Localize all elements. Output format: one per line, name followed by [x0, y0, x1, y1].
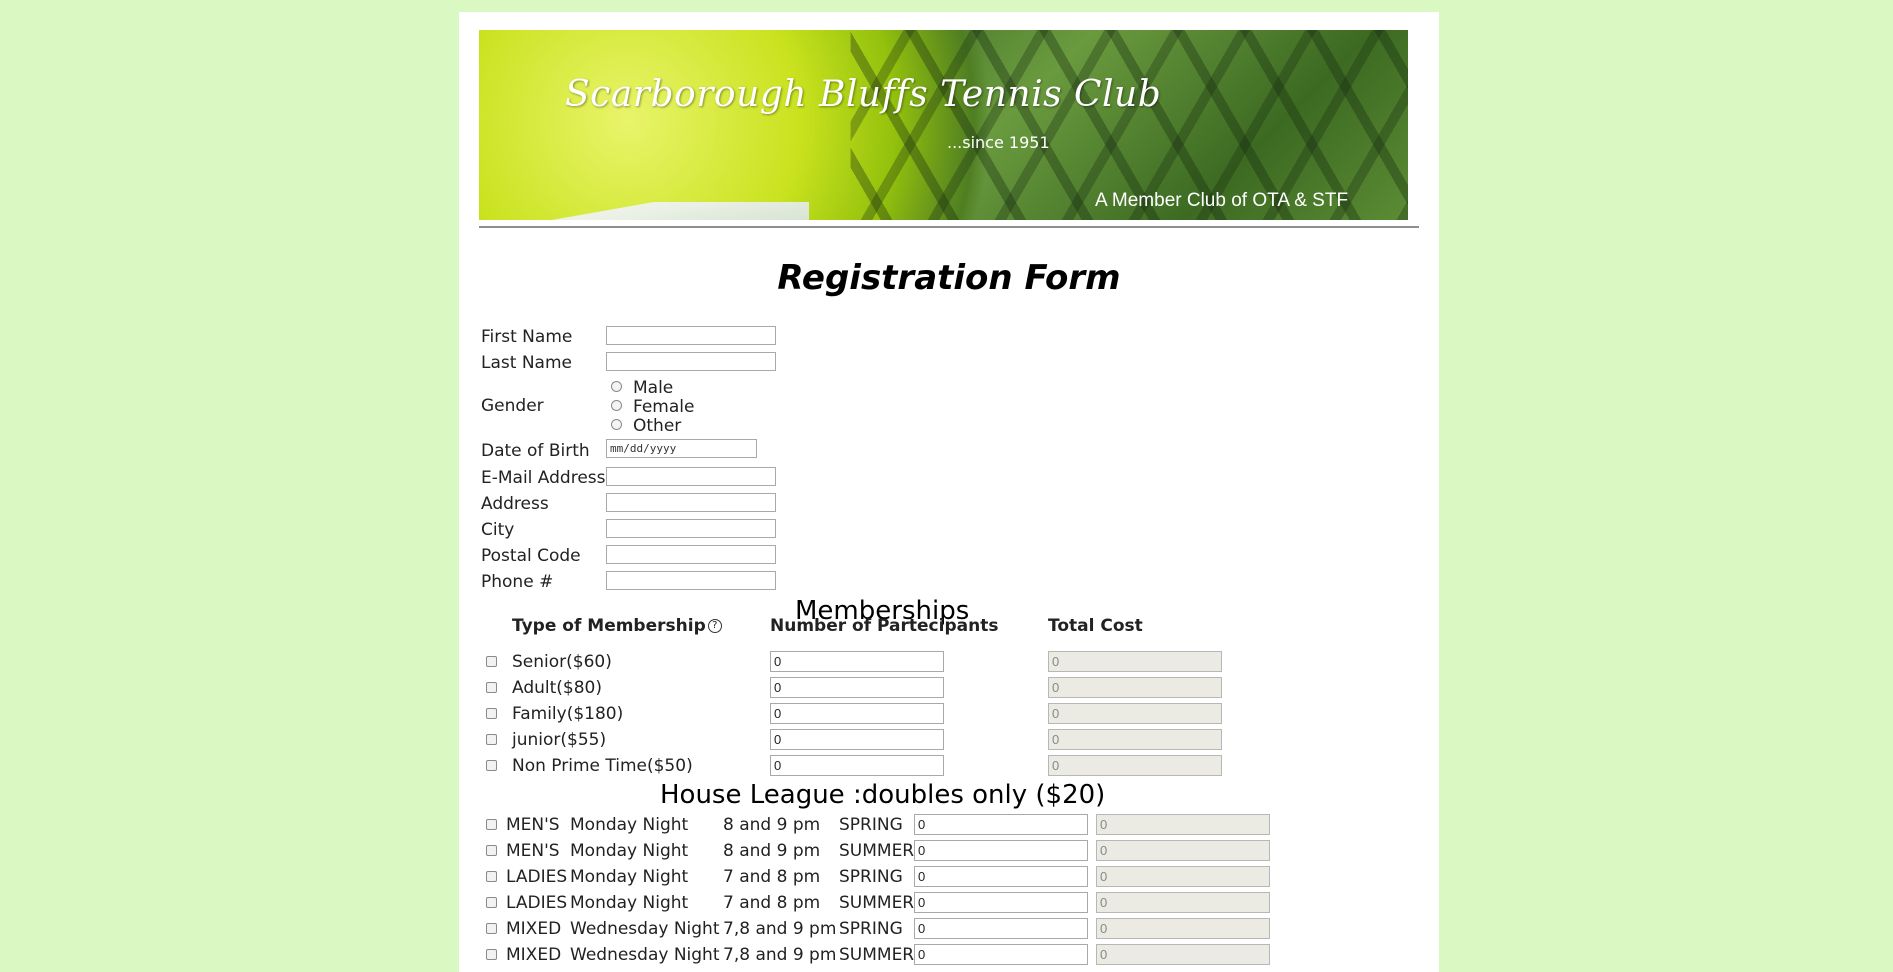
league-group: MEN'S: [506, 815, 560, 835]
first-name-input[interactable]: [606, 326, 776, 345]
league-participants-input[interactable]: 0: [914, 918, 1088, 939]
league-cost-field: 0: [1096, 814, 1270, 835]
league-checkbox[interactable]: [486, 923, 497, 934]
dob-input[interactable]: mm/dd/yyyy: [606, 439, 757, 458]
gender-male-radio[interactable]: [611, 381, 622, 392]
league-day: Monday Night: [570, 893, 689, 913]
gender-other-radio[interactable]: [611, 419, 622, 430]
league-time: 7,8 and 9 pm: [723, 945, 837, 965]
city-input[interactable]: [606, 519, 776, 538]
total-cost-field: 0: [1048, 677, 1222, 698]
membership-checkbox[interactable]: [486, 656, 497, 667]
total-cost-field: 0: [1048, 755, 1222, 776]
league-time: 7 and 8 pm: [723, 893, 821, 913]
league-season: SUMMER: [839, 841, 915, 861]
phone-label: Phone #: [481, 572, 554, 592]
league-participants-input[interactable]: 0: [914, 892, 1088, 913]
participants-input[interactable]: 0: [770, 651, 944, 672]
membership-label: Non Prime Time($50): [512, 756, 693, 776]
league-season: SPRING: [839, 815, 903, 835]
total-cost-header: Total Cost: [1048, 616, 1143, 636]
club-name: Scarborough Bluffs Tennis Club: [565, 74, 1162, 115]
total-cost-field: 0: [1048, 703, 1222, 724]
league-participants-input[interactable]: 0: [914, 814, 1088, 835]
address-label: Address: [481, 494, 549, 514]
gender-label: Gender: [481, 396, 544, 416]
league-day: Wednesday Night: [570, 945, 720, 965]
membership-type-header-text: Type of Membership: [512, 616, 706, 636]
email-input[interactable]: [606, 467, 776, 486]
club-banner: Scarborough Bluffs Tennis Club ...since …: [479, 30, 1408, 220]
league-cost-field: 0: [1096, 840, 1270, 861]
gender-female-label: Female: [633, 397, 695, 417]
league-group: LADIES: [506, 867, 568, 887]
first-name-label: First Name: [481, 327, 573, 347]
league-participants-input[interactable]: 0: [914, 866, 1088, 887]
last-name-input[interactable]: [606, 352, 776, 371]
membership-label: Adult($80): [512, 678, 602, 698]
membership-checkbox[interactable]: [486, 682, 497, 693]
league-cost-field: 0: [1096, 866, 1270, 887]
league-checkbox[interactable]: [486, 897, 497, 908]
gender-male-label: Male: [633, 378, 674, 398]
league-season: SPRING: [839, 867, 903, 887]
house-league-heading: House League :doubles only ($20): [660, 780, 1106, 810]
league-checkbox[interactable]: [486, 819, 497, 830]
participants-header: Number of Partecipants: [770, 616, 999, 636]
league-day: Monday Night: [570, 867, 689, 887]
league-season: SUMMER: [839, 945, 915, 965]
league-group: MIXED: [506, 919, 562, 939]
membership-checkbox[interactable]: [486, 708, 497, 719]
participants-input[interactable]: 0: [770, 755, 944, 776]
total-cost-field: 0: [1048, 729, 1222, 750]
membership-label: Senior($60): [512, 652, 612, 672]
court-line: [479, 202, 809, 220]
league-day: Monday Night: [570, 815, 689, 835]
league-participants-input[interactable]: 0: [914, 840, 1088, 861]
league-group: LADIES: [506, 893, 568, 913]
league-season: SPRING: [839, 919, 903, 939]
participants-input[interactable]: 0: [770, 703, 944, 724]
league-group: MIXED: [506, 945, 562, 965]
league-time: 7 and 8 pm: [723, 867, 821, 887]
phone-input[interactable]: [606, 571, 776, 590]
participants-input[interactable]: 0: [770, 729, 944, 750]
dob-label: Date of Birth: [481, 441, 590, 461]
participants-input[interactable]: 0: [770, 677, 944, 698]
league-time: 7,8 and 9 pm: [723, 919, 837, 939]
gender-other-label: Other: [633, 416, 682, 436]
membership-checkbox[interactable]: [486, 760, 497, 771]
membership-checkbox[interactable]: [486, 734, 497, 745]
league-checkbox[interactable]: [486, 845, 497, 856]
club-since: ...since 1951: [947, 133, 1050, 152]
email-label: E-Mail Address: [481, 468, 606, 488]
last-name-label: Last Name: [481, 353, 572, 373]
membership-label: junior($55): [512, 730, 607, 750]
help-icon[interactable]: ?: [707, 619, 722, 633]
league-time: 8 and 9 pm: [723, 815, 821, 835]
membership-label: Family($180): [512, 704, 624, 724]
league-cost-field: 0: [1096, 918, 1270, 939]
total-cost-field: 0: [1048, 651, 1222, 672]
league-checkbox[interactable]: [486, 949, 497, 960]
league-group: MEN'S: [506, 841, 560, 861]
gender-female-radio[interactable]: [611, 400, 622, 411]
address-input[interactable]: [606, 493, 776, 512]
header-divider: [479, 226, 1419, 228]
league-day: Wednesday Night: [570, 919, 720, 939]
league-season: SUMMER: [839, 893, 915, 913]
league-cost-field: 0: [1096, 892, 1270, 913]
page-container: Scarborough Bluffs Tennis Club ...since …: [459, 12, 1439, 972]
league-time: 8 and 9 pm: [723, 841, 821, 861]
page-title: Registration Form: [777, 258, 1121, 298]
postal-code-input[interactable]: [606, 545, 776, 564]
league-day: Monday Night: [570, 841, 689, 861]
club-membership-note: A Member Club of OTA & STF: [1095, 190, 1349, 211]
membership-type-header: Type of Membership?: [512, 616, 722, 636]
postal-code-label: Postal Code: [481, 546, 581, 566]
city-label: City: [481, 520, 515, 540]
league-checkbox[interactable]: [486, 871, 497, 882]
